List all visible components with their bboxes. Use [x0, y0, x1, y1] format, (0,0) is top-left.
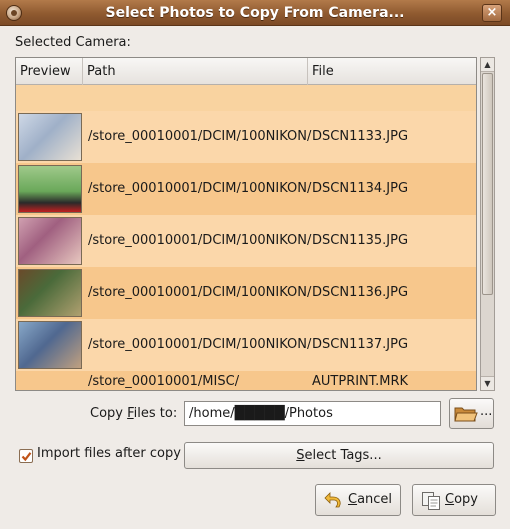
cancel-label: Cancel	[348, 492, 393, 507]
copy-icon	[422, 492, 440, 510]
file-cell: DSCN1133.JPG	[312, 129, 409, 144]
path-cell: /store_00010001/DCIM/100NIKON/	[88, 337, 312, 352]
photo-thumbnail	[18, 113, 82, 161]
table-row[interactable]: /store_00010001/DCIM/100NIKON/DSCN1135.J…	[16, 215, 476, 267]
photo-thumbnail	[18, 269, 82, 317]
list-header: Preview Path File	[16, 58, 476, 85]
scroll-down-arrow-icon[interactable]: ▼	[481, 376, 494, 390]
close-button[interactable]: ×	[482, 4, 502, 22]
folder-icon	[454, 407, 478, 422]
table-row[interactable]: /store_00010001/DCIM/100NIKON/DSCN1137.J…	[16, 319, 476, 371]
import-after-copy-checkbox[interactable]	[19, 449, 33, 463]
file-cell: DSCN1136.JPG	[312, 285, 409, 300]
column-path[interactable]: Path	[83, 58, 308, 85]
import-after-copy-label[interactable]: Import files after copy	[37, 446, 181, 461]
vertical-scrollbar[interactable]: ▲ ▼	[480, 57, 495, 391]
title-bar: Select Photos to Copy From Camera... ×	[0, 0, 510, 26]
copy-button[interactable]: Copy	[412, 484, 496, 516]
scroll-thumb[interactable]	[482, 73, 493, 295]
photo-thumbnail	[18, 165, 82, 213]
photo-thumbnail	[18, 321, 82, 369]
table-row[interactable]: /store_00010001/DCIM/100NIKON/DSCN1133.J…	[16, 111, 476, 163]
column-file[interactable]: File	[308, 58, 476, 85]
file-cell: DSCN1137.JPG	[312, 337, 409, 352]
browse-folder-button[interactable]: ...	[449, 398, 494, 429]
copy-label: Copy	[445, 492, 478, 507]
cancel-button[interactable]: Cancel	[315, 484, 401, 516]
browse-label: ...	[480, 404, 493, 419]
checkmark-icon	[21, 452, 32, 462]
path-cell: /store_00010001/DCIM/100NIKON/	[88, 181, 312, 196]
photo-thumbnail	[18, 217, 82, 265]
table-row[interactable]: /store_00010001/MISC/AUTPRINT.MRK	[16, 371, 476, 390]
selected-camera-label: Selected Camera:	[15, 35, 131, 50]
copy-files-to-label: Copy Files to:	[90, 406, 178, 421]
path-cell: /store_00010001/DCIM/100NIKON/	[88, 233, 312, 248]
file-cell: DSCN1135.JPG	[312, 233, 409, 248]
path-cell: /store_00010001/DCIM/100NIKON/	[88, 129, 312, 144]
scroll-up-arrow-icon[interactable]: ▲	[481, 58, 494, 72]
path-cell: /store_00010001/DCIM/100NIKON/	[88, 285, 312, 300]
window-menu-icon[interactable]	[6, 5, 22, 21]
column-preview[interactable]: Preview	[16, 58, 83, 85]
photo-list[interactable]: /store_00010001/DCIM/100NIKON/DSCN1132.J…	[15, 57, 477, 391]
undo-arrow-icon	[324, 492, 341, 508]
table-row[interactable]: /store_00010001/DCIM/100NIKON/DSCN1136.J…	[16, 267, 476, 319]
file-cell: DSCN1134.JPG	[312, 181, 409, 196]
path-cell: /store_00010001/MISC/	[88, 374, 240, 389]
table-row[interactable]: /store_00010001/DCIM/100NIKON/DSCN1134.J…	[16, 163, 476, 215]
file-cell: AUTPRINT.MRK	[312, 374, 409, 389]
select-tags-button[interactable]: Select Tags...	[184, 442, 494, 469]
destination-path-input[interactable]: /home/█████/Photos	[184, 401, 441, 426]
window-title: Select Photos to Copy From Camera...	[105, 5, 405, 21]
